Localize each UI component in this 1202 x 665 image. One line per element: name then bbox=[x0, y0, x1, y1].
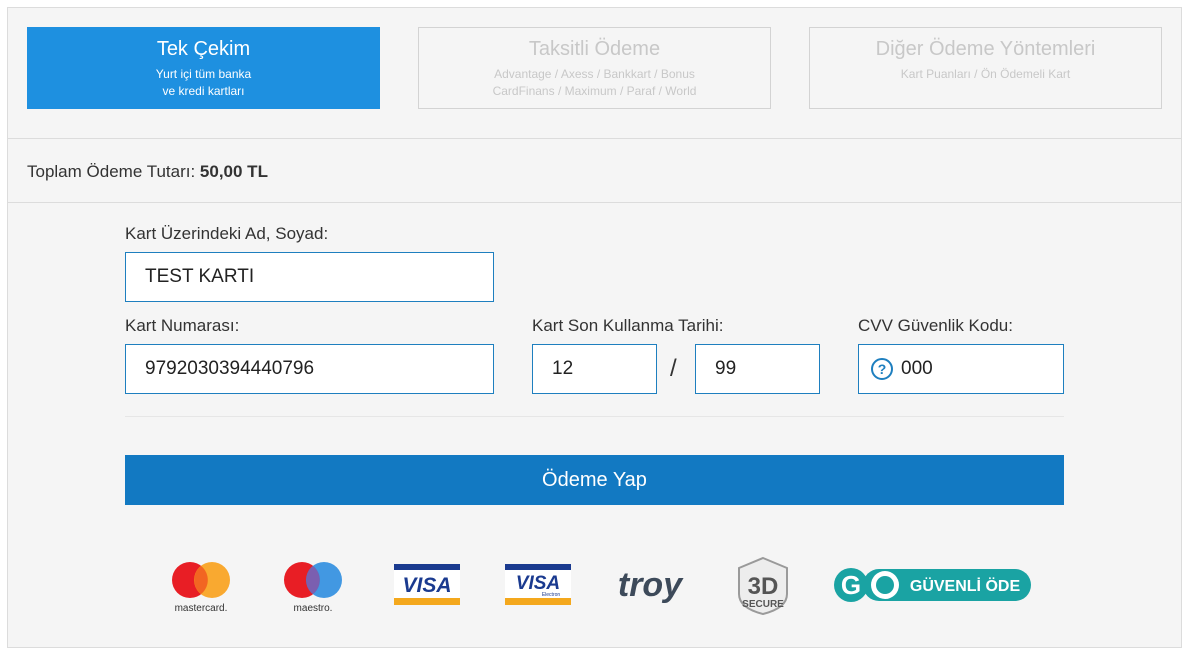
maestro-text: maestro. bbox=[294, 603, 333, 614]
tab-subtitle: Advantage / Axess / Bankkart / Bonus Card… bbox=[492, 67, 697, 98]
visa-electron-sub-text: Electron bbox=[542, 592, 561, 598]
pay-button[interactable]: Ödeme Yap bbox=[125, 455, 1064, 505]
cvv-label: CVV Güvenlik Kodu: bbox=[858, 316, 1013, 335]
expiry-separator: / bbox=[670, 355, 677, 382]
tab-other-payment-methods[interactable]: Diğer Ödeme Yöntemleri Kart Puanları / Ö… bbox=[809, 27, 1162, 109]
tab-title: Diğer Ödeme Yöntemleri bbox=[875, 38, 1096, 60]
total-label: Toplam Ödeme Tutarı: bbox=[27, 162, 196, 181]
visa-electron-logo-icon: VISA Electron bbox=[505, 564, 571, 605]
cardholder-name-input[interactable] bbox=[125, 252, 494, 302]
go-guvenli-ode-logo-icon: G GÜVENLİ ÖDE bbox=[834, 568, 1031, 602]
payment-panel: Tek Çekim Yurt içi tüm banka ve kredi kar… bbox=[7, 7, 1182, 648]
go-text: GÜVENLİ ÖDE bbox=[910, 576, 1021, 595]
expiry-date-label: Kart Son Kullanma Tarihi: bbox=[532, 316, 724, 335]
mastercard-text: mastercard. bbox=[175, 603, 228, 614]
visa-text: VISA bbox=[402, 574, 451, 597]
cardholder-name-label: Kart Üzerindeki Ad, Soyad: bbox=[125, 224, 329, 243]
expiry-year-input[interactable] bbox=[695, 344, 820, 394]
mastercard-logo-icon: mastercard. bbox=[172, 562, 230, 614]
visa-logo-icon: VISA bbox=[394, 564, 460, 605]
total-amount: Toplam Ödeme Tutarı: 50,00 TL bbox=[27, 162, 268, 182]
tab-installment-payment[interactable]: Taksitli Ödeme Advantage / Axess / Bankk… bbox=[418, 27, 771, 109]
card-number-label: Kart Numarası: bbox=[125, 316, 240, 335]
tab-single-payment[interactable]: Tek Çekim Yurt içi tüm banka ve kredi kar… bbox=[27, 27, 380, 109]
tab-subtitle: Yurt içi tüm banka ve kredi kartları bbox=[155, 67, 252, 98]
troy-text: troy bbox=[618, 566, 684, 604]
secure-text: SECURE bbox=[742, 599, 784, 610]
visa-electron-text: VISA bbox=[516, 573, 560, 594]
cvv-field: ? bbox=[858, 344, 1064, 394]
3d-secure-logo-icon: 3D SECURE bbox=[738, 556, 788, 616]
go-letter-g: G bbox=[841, 570, 861, 600]
3d-text: 3D bbox=[748, 573, 779, 600]
total-amount-bar: Toplam Ödeme Tutarı: 50,00 TL bbox=[8, 139, 1181, 203]
expiry-month-input[interactable] bbox=[532, 344, 657, 394]
tab-subtitle: Kart Puanları / Ön Ödemeli Kart bbox=[900, 67, 1071, 81]
total-value: 50,00 TL bbox=[199, 162, 268, 181]
question-circle-icon[interactable]: ? bbox=[871, 358, 893, 380]
card-number-input[interactable] bbox=[125, 344, 494, 394]
tab-title: Tek Çekim bbox=[156, 38, 251, 60]
troy-logo-icon: troy bbox=[618, 566, 684, 604]
payment-method-tabs: Tek Çekim Yurt içi tüm banka ve kredi kar… bbox=[8, 8, 1181, 139]
form-divider bbox=[125, 416, 1064, 417]
cvv-input[interactable] bbox=[901, 345, 1051, 393]
tab-title: Taksitli Ödeme bbox=[528, 38, 661, 60]
maestro-logo-icon: maestro. bbox=[284, 562, 342, 614]
